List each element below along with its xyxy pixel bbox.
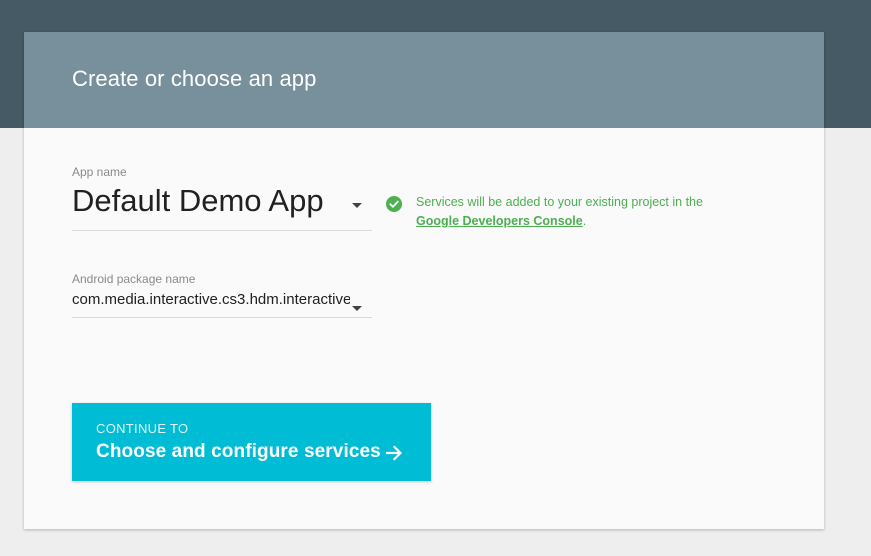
status-text: Services will be added to your existing … bbox=[416, 193, 726, 231]
package-name-select[interactable]: Android package name com.media.interacti… bbox=[72, 272, 372, 318]
card-header: Create or choose an app bbox=[24, 32, 824, 128]
app-name-value[interactable]: Default Demo App bbox=[72, 183, 324, 219]
app-name-label: App name bbox=[72, 165, 127, 179]
app-name-select[interactable]: App name Default Demo App bbox=[72, 165, 372, 231]
continue-main-label: Choose and configure services bbox=[96, 441, 381, 462]
continue-button[interactable]: CONTINUE TO Choose and configure service… bbox=[72, 403, 431, 481]
chevron-down-icon[interactable] bbox=[352, 306, 362, 311]
google-developers-console-link[interactable]: Google Developers Console bbox=[416, 214, 583, 228]
package-name-value[interactable]: com.media.interactive.cs3.hdm.interactiv… bbox=[72, 291, 350, 308]
package-name-label: Android package name bbox=[72, 272, 196, 286]
chevron-down-icon[interactable] bbox=[352, 203, 362, 208]
arrow-right-icon bbox=[385, 445, 403, 461]
check-circle-icon bbox=[386, 196, 402, 212]
status-text-before: Services will be added to your existing … bbox=[416, 195, 703, 209]
status-text-after: . bbox=[582, 214, 587, 228]
page-title: Create or choose an app bbox=[72, 66, 317, 91]
create-app-card: Create or choose an app App name Default… bbox=[24, 32, 824, 529]
continue-sub-label: CONTINUE TO bbox=[96, 421, 189, 436]
